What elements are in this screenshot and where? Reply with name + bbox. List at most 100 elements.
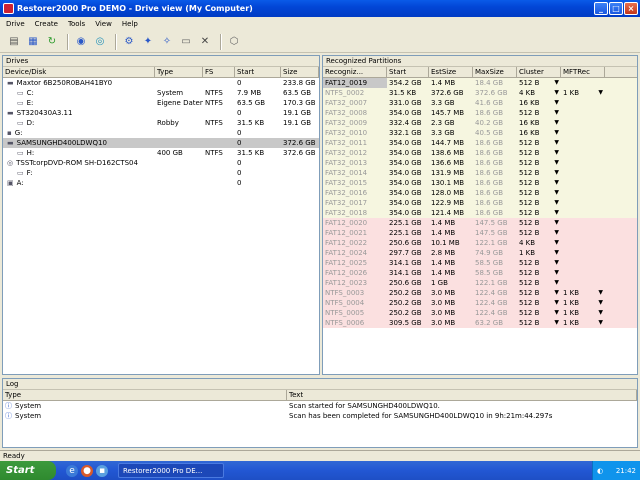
dropdown-arrow-icon[interactable]: ▼	[598, 88, 603, 98]
drive-row[interactable]: ▭ C: System NTFS 7.9 MB 63.5 GB	[3, 88, 319, 98]
dropdown-arrow-icon[interactable]: ▼	[554, 238, 559, 248]
gear-icon[interactable]: ⚙	[121, 34, 137, 50]
col-recognized[interactable]: Recogniz...	[323, 67, 387, 77]
partition-row[interactable]: FAT32_0012 354.0 GB 138.6 MB 18.6 GB 512 B ▼	[323, 148, 637, 158]
tray-icon[interactable]: ◐	[597, 467, 603, 475]
partition-row[interactable]: FAT32_0013 354.0 GB 136.6 MB 18.6 GB 512 B ▼	[323, 158, 637, 168]
partition-row[interactable]: FAT32_0014 354.0 GB 131.9 MB 18.6 GB 512 B ▼	[323, 168, 637, 178]
drive-row[interactable]: ▭ F: 0	[3, 168, 319, 178]
col-mftrec[interactable]: MFTRec	[561, 67, 605, 77]
delete-icon[interactable]: ✕	[197, 34, 213, 50]
taskbar-app-button[interactable]: Restorer2000 Pro DE...	[118, 463, 224, 478]
partition-row[interactable]: FAT32_0017 354.0 GB 122.9 MB 18.6 GB 512 B ▼	[323, 198, 637, 208]
network-drive-icon[interactable]: ▦	[25, 34, 41, 50]
dropdown-arrow-icon[interactable]: ▼	[554, 258, 559, 268]
partition-row[interactable]: NTFS_0004 250.2 GB 3.0 MB 122.4 GB 512 B ▼ 1 K…	[323, 298, 637, 308]
dropdown-arrow-icon[interactable]: ▼	[554, 168, 559, 178]
partition-row[interactable]: NTFS_0006 309.5 GB 3.0 MB 63.2 GB 512 B ▼ 1 KB…	[323, 318, 637, 328]
partition-row[interactable]: FAT12_0020 225.1 GB 1.4 MB 147.5 GB 512 B ▼	[323, 218, 637, 228]
desktop-icon[interactable]: ▪	[96, 464, 108, 477]
dropdown-arrow-icon[interactable]: ▼	[554, 268, 559, 278]
tool-a-icon[interactable]: ✦	[140, 34, 156, 50]
minimize-icon[interactable]: _	[594, 2, 608, 15]
col-type[interactable]: Type	[155, 67, 203, 77]
dropdown-arrow-icon[interactable]: ▼	[554, 218, 559, 228]
dropdown-arrow-icon[interactable]: ▼	[554, 118, 559, 128]
partition-row[interactable]: FAT12_0021 225.1 GB 1.4 MB 147.5 GB 512 B ▼	[323, 228, 637, 238]
drive-row[interactable]: ▣ A: 0	[3, 178, 319, 188]
disk-image-icon[interactable]: ◉	[73, 34, 89, 50]
maximize-icon[interactable]: □	[609, 2, 623, 15]
dropdown-arrow-icon[interactable]: ▼	[554, 278, 559, 288]
settings-icon[interactable]: ⬡	[226, 34, 242, 50]
dropdown-arrow-icon[interactable]: ▼	[598, 308, 603, 318]
partition-row[interactable]: FAT32_0007 331.0 GB 3.3 GB 41.6 GB 16 KB ▼	[323, 98, 637, 108]
dropdown-arrow-icon[interactable]: ▼	[598, 288, 603, 298]
dropdown-arrow-icon[interactable]: ▼	[554, 178, 559, 188]
col-log-text[interactable]: Text	[287, 390, 637, 400]
menu-create[interactable]: Create	[35, 20, 58, 28]
start-button[interactable]: Start	[0, 461, 56, 480]
dropdown-arrow-icon[interactable]: ▼	[554, 288, 559, 298]
col-maxsize[interactable]: MaxSize	[473, 67, 517, 77]
dropdown-arrow-icon[interactable]: ▼	[554, 188, 559, 198]
refresh-icon[interactable]: ↻	[44, 34, 60, 50]
partition-row[interactable]: NTFS_0005 250.2 GB 3.0 MB 122.4 GB 512 B ▼ 1 K…	[323, 308, 637, 318]
dropdown-arrow-icon[interactable]: ▼	[554, 98, 559, 108]
partition-row[interactable]: FAT12_0023 250.6 GB 1 GB 122.1 GB 512 B ▼	[323, 278, 637, 288]
drive-row[interactable]: ▭ E: Eigene Daten NTFS 63.5 GB 170.3 GB	[3, 98, 319, 108]
dropdown-arrow-icon[interactable]: ▼	[554, 108, 559, 118]
partition-row[interactable]: FAT12_0022 250.6 GB 10.1 MB 122.1 GB 4 KB ▼	[323, 238, 637, 248]
col-device[interactable]: Device/Disk	[3, 67, 155, 77]
partition-row[interactable]: NTFS_0002 31.5 KB 372.6 GB 372.6 GB 4 KB ▼ 1 K…	[323, 88, 637, 98]
dropdown-arrow-icon[interactable]: ▼	[554, 158, 559, 168]
dropdown-arrow-icon[interactable]: ▼	[598, 298, 603, 308]
drive-row[interactable]: ▭ D: Robby NTFS 31.5 KB 19.1 GB	[3, 118, 319, 128]
drive-row[interactable]: ▬ ST320430A3.11 0 19.1 GB	[3, 108, 319, 118]
col-cluster[interactable]: Cluster	[517, 67, 561, 77]
dropdown-arrow-icon[interactable]: ▼	[554, 228, 559, 238]
dropdown-arrow-icon[interactable]: ▼	[554, 198, 559, 208]
drive-row[interactable]: ▪ G: 0	[3, 128, 319, 138]
drive-row[interactable]: ▬ SAMSUNGHD400LDWQ10 0 372.6 GB	[3, 138, 319, 148]
partition-row[interactable]: FAT12_0019 354.2 GB 1.4 MB 18.4 GB 512 B ▼	[323, 78, 637, 88]
dropdown-arrow-icon[interactable]: ▼	[554, 88, 559, 98]
dropdown-arrow-icon[interactable]: ▼	[554, 308, 559, 318]
partition-row[interactable]: FAT32_0011 354.0 GB 144.7 MB 18.6 GB 512 B ▼	[323, 138, 637, 148]
col-part-start[interactable]: Start	[387, 67, 429, 77]
partition-row[interactable]: FAT32_0009 332.4 GB 2.3 GB 40.2 GB 16 KB ▼	[323, 118, 637, 128]
dropdown-arrow-icon[interactable]: ▼	[554, 298, 559, 308]
menu-tools[interactable]: Tools	[68, 20, 85, 28]
partition-row[interactable]: FAT12_0025 314.1 GB 1.4 MB 58.5 GB 512 B ▼	[323, 258, 637, 268]
col-log-type[interactable]: Type	[3, 390, 287, 400]
dropdown-arrow-icon[interactable]: ▼	[554, 78, 559, 88]
dropdown-arrow-icon[interactable]: ▼	[554, 148, 559, 158]
drive-row[interactable]: ▭ H: 400 GB NTFS 31.5 KB 372.6 GB	[3, 148, 319, 158]
col-start[interactable]: Start	[235, 67, 281, 77]
scan-icon[interactable]: ◎	[92, 34, 108, 50]
close-icon[interactable]: ×	[624, 2, 638, 15]
drive-icon[interactable]: ▤	[6, 34, 22, 50]
disk-icon[interactable]: ▭	[178, 34, 194, 50]
partition-row[interactable]: FAT12_0026 314.1 GB 1.4 MB 58.5 GB 512 B ▼	[323, 268, 637, 278]
tool-b-icon[interactable]: ✧	[159, 34, 175, 50]
col-fs[interactable]: FS	[203, 67, 235, 77]
browser-icon[interactable]: e	[66, 464, 78, 477]
partition-row[interactable]: FAT32_0018 354.0 GB 121.4 MB 18.6 GB 512 B ▼	[323, 208, 637, 218]
dropdown-arrow-icon[interactable]: ▼	[598, 318, 603, 328]
partition-row[interactable]: FAT32_0015 354.0 GB 130.1 MB 18.6 GB 512 B ▼	[323, 178, 637, 188]
dropdown-arrow-icon[interactable]: ▼	[554, 138, 559, 148]
col-estsize[interactable]: EstSize	[429, 67, 473, 77]
menu-view[interactable]: View	[95, 20, 112, 28]
menu-drive[interactable]: Drive	[6, 20, 25, 28]
menu-help[interactable]: Help	[122, 20, 138, 28]
media-icon[interactable]: ●	[81, 464, 93, 477]
dropdown-arrow-icon[interactable]: ▼	[554, 208, 559, 218]
dropdown-arrow-icon[interactable]: ▼	[554, 128, 559, 138]
partition-row[interactable]: FAT32_0008 354.0 GB 145.7 MB 18.6 GB 512 B ▼	[323, 108, 637, 118]
partition-row[interactable]: FAT32_0016 354.0 GB 128.0 MB 18.6 GB 512 B ▼	[323, 188, 637, 198]
drive-row[interactable]: ▬ Maxtor 6B250R0BAH41BY0 0 233.8 GB	[3, 78, 319, 88]
partition-row[interactable]: FAT32_0010 332.1 GB 3.3 GB 40.5 GB 16 KB ▼	[323, 128, 637, 138]
dropdown-arrow-icon[interactable]: ▼	[554, 248, 559, 258]
drive-row[interactable]: ◎ TSSTcorpDVD-ROM SH-D162CTS04 0	[3, 158, 319, 168]
